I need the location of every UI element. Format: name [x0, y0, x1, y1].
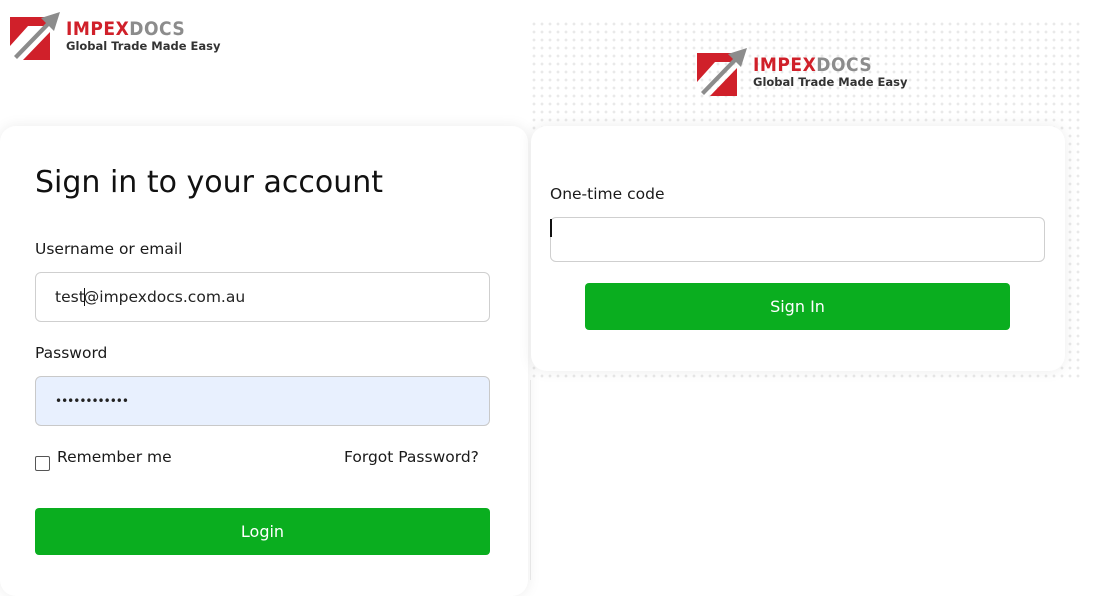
remember-me-checkbox[interactable] [35, 456, 50, 471]
remember-me-label[interactable]: Remember me [57, 448, 172, 466]
otp-label: One-time code [550, 185, 665, 203]
login-button[interactable]: Login [35, 508, 490, 555]
password-input[interactable]: •••••••••••• [35, 376, 490, 426]
forgot-password-link[interactable]: Forgot Password? [344, 448, 479, 466]
brand-logo-right: IMPEXDOCS Global Trade Made Easy [697, 48, 907, 96]
logo-icon [697, 48, 747, 96]
panel-divider [530, 380, 531, 580]
brand-name: IMPEXDOCS [66, 17, 186, 40]
brand-name: IMPEXDOCS [753, 53, 873, 76]
sign-in-button[interactable]: Sign In [585, 283, 1010, 330]
page-title: Sign in to your account [35, 165, 384, 200]
username-label: Username or email [35, 240, 183, 258]
text-caret [550, 219, 552, 237]
password-label: Password [35, 344, 108, 362]
username-input[interactable]: test @impexdocs.com.au [35, 272, 490, 322]
brand-tagline: Global Trade Made Easy [753, 74, 908, 89]
otp-input[interactable] [550, 217, 1045, 262]
brand-logo: IMPEXDOCS Global Trade Made Easy [10, 12, 220, 60]
password-value: •••••••••••• [55, 394, 129, 408]
username-value-end: @impexdocs.com.au [83, 288, 246, 306]
brand-tagline: Global Trade Made Easy [66, 38, 221, 53]
logo-icon [10, 12, 60, 60]
username-value-start: test [55, 288, 85, 306]
